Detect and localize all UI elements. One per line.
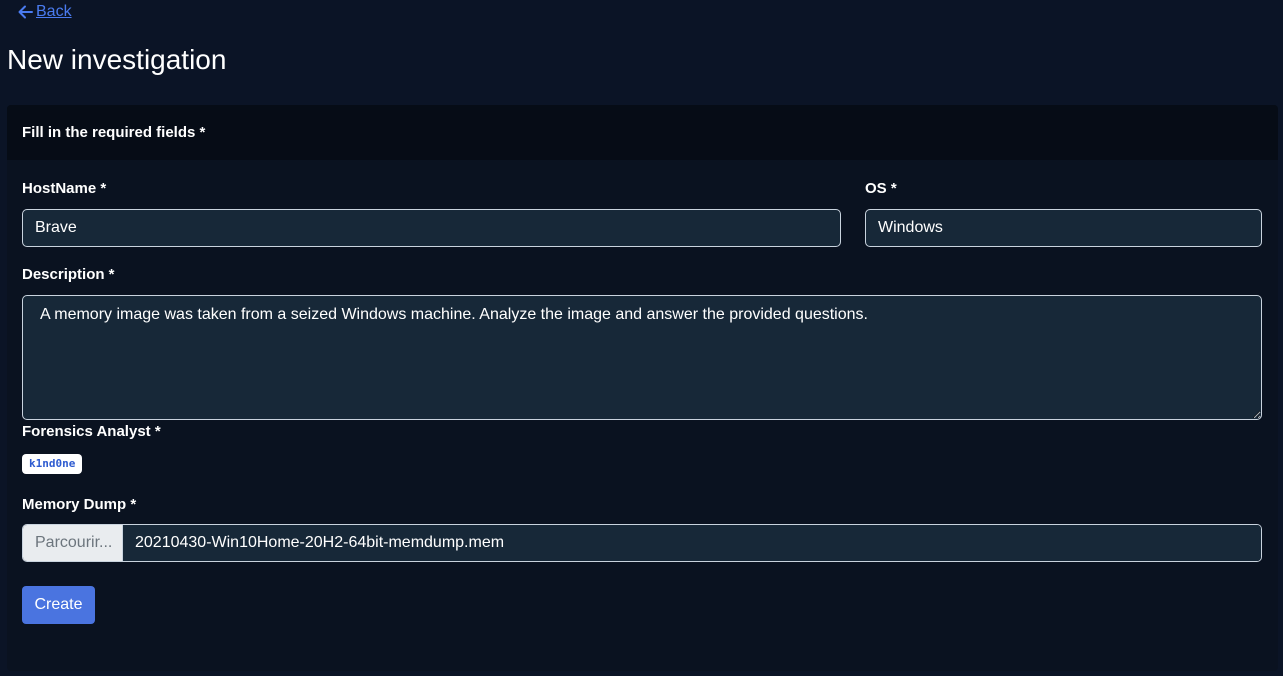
arrow-left-icon	[18, 5, 33, 19]
form-header: Fill in the required fields *	[7, 105, 1278, 160]
back-link[interactable]: Back	[18, 3, 72, 21]
create-button[interactable]: Create	[22, 586, 95, 624]
memory-dump-file-input[interactable]: Parcourir... 20210430-Win10Home-20H2-64b…	[22, 524, 1262, 562]
back-link-label: Back	[36, 3, 72, 20]
analyst-tag[interactable]: k1nd0ne	[22, 454, 83, 474]
hostname-label: HostName *	[22, 180, 107, 197]
os-label: OS *	[865, 180, 897, 197]
page-title: New investigation	[7, 44, 227, 75]
hostname-input[interactable]	[22, 209, 841, 247]
file-name-display: 20210430-Win10Home-20H2-64bit-memdump.me…	[123, 525, 1261, 561]
memory-dump-label: Memory Dump *	[22, 496, 137, 513]
file-browse-button[interactable]: Parcourir...	[23, 525, 123, 561]
os-input[interactable]	[865, 209, 1262, 247]
forensics-analyst-label: Forensics Analyst *	[22, 423, 161, 440]
investigation-form-card: Fill in the required fields * HostName *…	[7, 105, 1278, 671]
description-label: Description *	[22, 266, 115, 283]
description-textarea[interactable]: A memory image was taken from a seized W…	[22, 295, 1262, 420]
